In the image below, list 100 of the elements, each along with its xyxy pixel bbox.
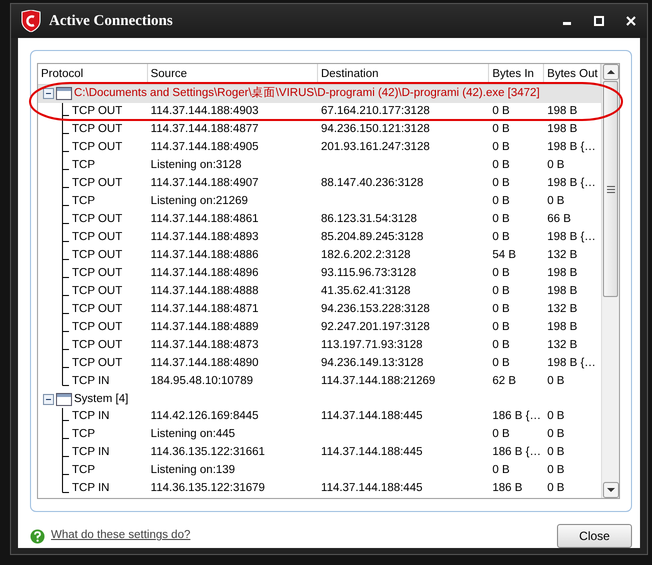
group-row[interactable]: C:\Documents and Settings\Roger\桌面\VIRUS\D-programi (42)\D-programi (42).exe [3472] xyxy=(38,85,601,102)
table-cell: 201.93.161.247:3128 xyxy=(321,140,430,153)
collapse-icon[interactable] xyxy=(43,394,54,405)
table-cell-text: TCP IN xyxy=(72,481,110,496)
table-cell-text: TCP xyxy=(72,463,95,478)
table-cell: Listening on:139 xyxy=(150,464,236,476)
table-cell: 94.236.150.121:3128 xyxy=(321,122,430,135)
table-cell: 114.37.144.188:4890 xyxy=(150,356,259,369)
table-cell: 114.36.135.122:31661 xyxy=(150,446,265,458)
table-cell: 0 B xyxy=(492,302,510,315)
table-cell-text: TCP OUT xyxy=(72,230,122,245)
table-cell: 66 B xyxy=(547,212,571,225)
table-cell: 0 B xyxy=(492,338,510,351)
table-cell: 93.115.96.73:3128 xyxy=(321,266,416,279)
table-cell: Listening on:445 xyxy=(150,428,236,440)
table-cell-text: TCP xyxy=(72,427,95,442)
table-cell-text: TCP OUT xyxy=(72,122,122,137)
table-cell: 41.35.62.41:3128 xyxy=(321,284,411,297)
table-cell-text: TCP OUT xyxy=(72,320,122,335)
table-cell: 0 B xyxy=(547,464,564,476)
table-cell: 0 B xyxy=(547,482,564,494)
table-cell: 186 B {… xyxy=(492,446,541,458)
table-cell: 62 B xyxy=(492,374,516,387)
help-link[interactable]: What do these settings do? xyxy=(51,527,190,545)
table-cell: 114.37.144.188:4888 xyxy=(150,284,259,297)
window-title: Active Connections xyxy=(49,12,174,31)
table-cell-text: TCP OUT xyxy=(72,356,122,371)
table-cell-text: TCP IN xyxy=(72,409,110,424)
window-icon xyxy=(56,392,72,406)
table-cell: 0 B xyxy=(492,464,510,476)
table-cell: 186 B xyxy=(492,482,522,494)
collapse-icon[interactable] xyxy=(43,88,54,100)
process-label: C:\Documents and Settings\Roger\桌面\VIRUS\D-programi (42)\D-programi (42).exe [3472] xyxy=(74,86,540,102)
table-cell: 198 B {… xyxy=(547,356,596,369)
table-cell: 114.37.144.188:4907 xyxy=(150,176,259,189)
table-cell: 0 B xyxy=(547,446,564,458)
scrollbar[interactable] xyxy=(601,64,619,498)
table-cell: 67.164.210.177:3128 xyxy=(321,104,430,117)
scroll-down-icon[interactable] xyxy=(602,482,618,498)
table-cell: 85.204.89.245:3128 xyxy=(321,230,424,243)
shield-icon xyxy=(21,10,41,32)
scroll-up-icon[interactable] xyxy=(602,64,618,80)
table-cell: 54 B xyxy=(492,248,516,261)
column-header[interactable]: Bytes In xyxy=(489,64,544,84)
table-cell-text: TCP OUT xyxy=(72,338,122,353)
table-cell: 184.95.48.10:10789 xyxy=(150,374,253,387)
table-cell: 198 B xyxy=(547,320,578,333)
close-button[interactable]: Close xyxy=(557,524,632,548)
table-cell: 0 B xyxy=(547,194,564,207)
table-cell: 132 B xyxy=(547,248,578,261)
table-cell: Listening on:21269 xyxy=(150,194,248,207)
table-cell: 0 B xyxy=(492,176,510,189)
column-header[interactable]: Destination xyxy=(318,64,490,84)
table-cell-text: TCP OUT xyxy=(72,248,122,263)
column-header[interactable]: Source xyxy=(148,64,318,84)
table-cell: 0 B xyxy=(492,230,510,243)
table-cell: 198 B xyxy=(547,284,578,297)
grip-icon xyxy=(606,186,614,192)
table-cell: 0 B xyxy=(547,158,564,171)
table-cell: 0 B xyxy=(492,140,510,153)
table-cell: 86.123.31.54:3128 xyxy=(321,212,417,225)
table-cell: 114.37.144.188:4896 xyxy=(150,266,259,279)
table-cell-text: TCP OUT xyxy=(72,266,122,281)
table-cell: 114.37.144.188:4861 xyxy=(150,212,259,225)
table-cell: 0 B xyxy=(547,374,564,387)
table-cell: 198 B {… xyxy=(547,176,596,189)
table-cell: 114.37.144.188:4905 xyxy=(150,140,259,153)
table-cell: 0 B xyxy=(492,320,510,333)
scroll-thumb[interactable] xyxy=(603,81,618,297)
table-cell: 114.37.144.188:4877 xyxy=(150,122,259,135)
table-cell: 0 B xyxy=(492,158,510,171)
maximize-icon[interactable] xyxy=(591,14,607,28)
table-cell: 114.42.126.169:8445 xyxy=(150,410,259,422)
table-cell: 0 B xyxy=(492,356,510,369)
table-cell: 186 B {… xyxy=(492,410,541,422)
help-icon xyxy=(30,528,45,544)
table-cell: 114.36.135.122:31679 xyxy=(150,482,265,494)
table-cell-text: TCP IN xyxy=(72,445,110,460)
table-cell: 94.236.153.228:3128 xyxy=(321,302,430,315)
table-cell-text: TCP OUT xyxy=(72,176,122,191)
table-cell-text: TCP OUT xyxy=(72,212,122,227)
table-cell-text: TCP OUT xyxy=(72,302,122,317)
table-cell: 114.37.144.188:4889 xyxy=(150,320,259,333)
table-cell-text: TCP OUT xyxy=(72,104,122,119)
table-cell: 113.197.71.93:3128 xyxy=(321,338,422,351)
table-cell: 114.37.144.188:4886 xyxy=(150,248,259,261)
table-cell: 132 B xyxy=(547,338,578,351)
table-cell: 114.37.144.188:445 xyxy=(321,410,422,422)
column-header[interactable]: Protocol xyxy=(38,64,148,84)
table-cell: 114.37.144.188:445 xyxy=(321,482,422,494)
table-cell: 0 B xyxy=(492,428,510,440)
table-cell: 114.37.144.188:4893 xyxy=(150,230,259,243)
table-cell: 198 B xyxy=(547,104,578,117)
group-row[interactable]: System [4] xyxy=(38,390,601,408)
table-cell: 132 B xyxy=(547,302,578,315)
table-cell: 0 B xyxy=(492,104,510,117)
table-cell: 114.37.144.188:4871 xyxy=(150,302,259,315)
table-cell: 0 B xyxy=(492,194,510,207)
table-cell-text: TCP xyxy=(72,158,95,173)
table-cell-text: TCP OUT xyxy=(72,284,122,299)
